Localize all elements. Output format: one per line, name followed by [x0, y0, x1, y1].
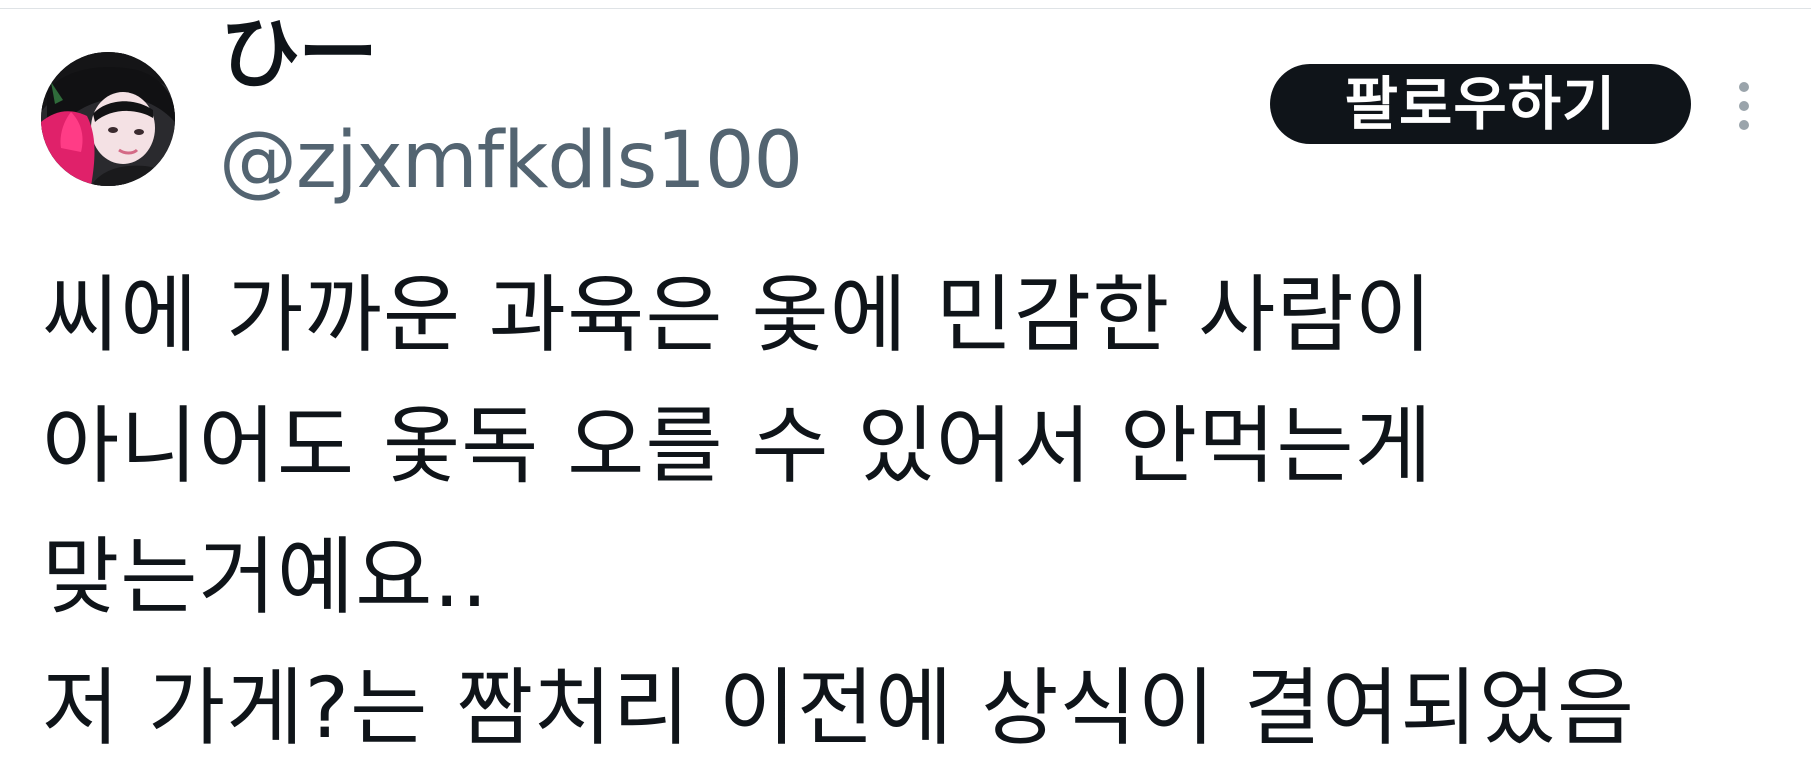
more-options-icon[interactable] — [1727, 74, 1761, 138]
more-dot — [1739, 101, 1749, 111]
more-dot — [1739, 120, 1749, 130]
tweet-text-line: 아니어도 옻독 오를 수 있어서 안먹는게 — [42, 397, 1433, 495]
author-handle[interactable]: @zjxmfkdls100 — [219, 116, 803, 206]
avatar-photo-icon — [41, 52, 175, 186]
tweet-text-line: 씨에 가까운 과육은 옻에 민감한 사람이 — [42, 266, 1433, 364]
tweet-text-line: 맞는거예요.. — [42, 528, 489, 626]
more-dot — [1739, 82, 1749, 92]
author-display-name[interactable]: ひー — [220, 8, 378, 100]
tweet-text-line: 저 가게?는 짬처리 이전에 상식이 결여되었음 — [42, 659, 1636, 757]
user-avatar[interactable] — [41, 52, 175, 186]
follow-button[interactable]: 팔로우하기 — [1270, 64, 1691, 144]
tweet-text: 씨에 가까운 과육은 옻에 민감한 사람이 아니어도 옻독 오를 수 있어서 안… — [42, 250, 1782, 774]
